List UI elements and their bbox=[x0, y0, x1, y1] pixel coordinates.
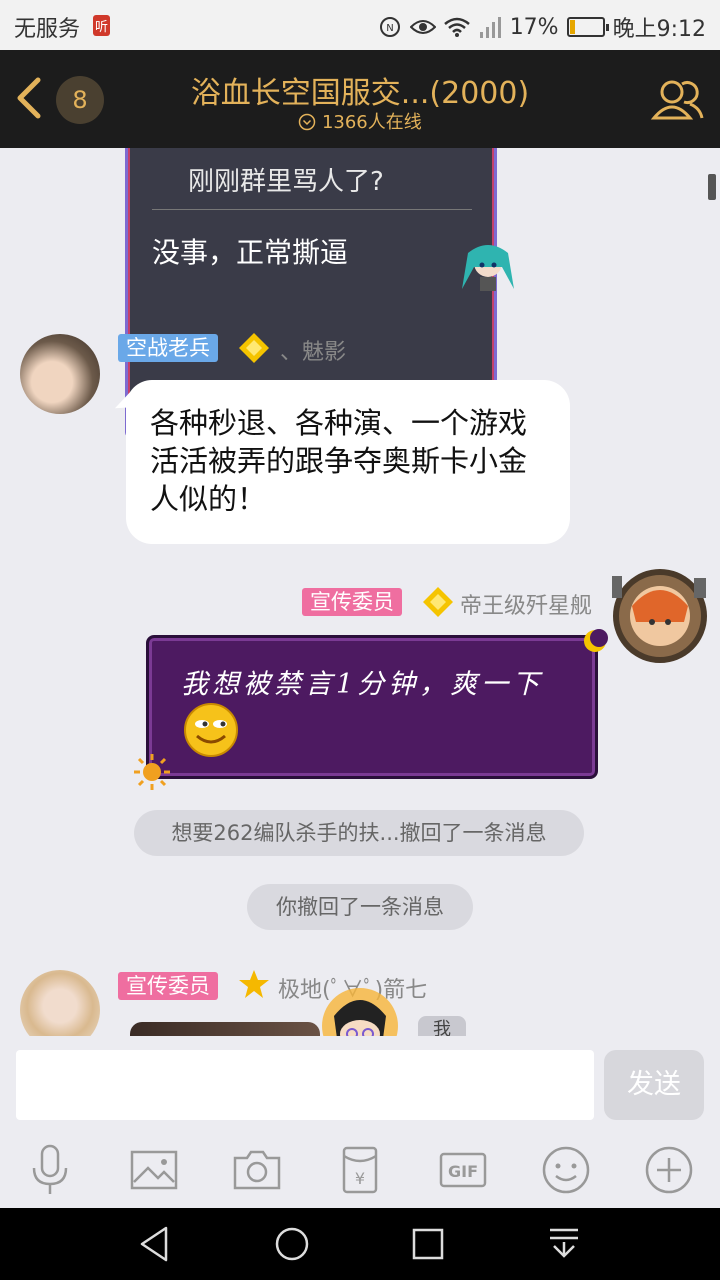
svg-text:N: N bbox=[386, 23, 393, 34]
status-bar: 无服务 听 N 17% 晚上9:12 bbox=[0, 0, 720, 50]
status-right: N 17% 晚上9:12 bbox=[378, 11, 706, 43]
chevron-down-circle-icon bbox=[298, 113, 316, 131]
message-text: 我想被禁言1分钟，爽一下 bbox=[181, 669, 544, 700]
sender-nickname[interactable]: 帝王级歼星舰 bbox=[460, 588, 592, 620]
avatar[interactable] bbox=[610, 566, 710, 666]
chat-header: 8 浴血长空国服交...(2000) 1366人在线 bbox=[0, 50, 720, 148]
gif-icon[interactable]: GIF bbox=[435, 1142, 491, 1198]
system-notice: 你撤回了一条消息 bbox=[247, 884, 473, 930]
member-title-tag: 空战老兵 bbox=[118, 334, 218, 362]
miku-sticker-icon bbox=[462, 245, 514, 291]
composer-toolbar: ¥ GIF bbox=[0, 1136, 720, 1208]
image-message[interactable] bbox=[130, 1022, 320, 1036]
message-composer: 发送 bbox=[0, 1036, 720, 1136]
scrollbar[interactable] bbox=[708, 174, 716, 200]
group-title[interactable]: 浴血长空国服交...(2000) bbox=[150, 68, 570, 112]
diamond-badge-icon bbox=[239, 333, 269, 363]
carrier-label: 无服务 bbox=[14, 17, 81, 42]
eye-icon bbox=[409, 20, 436, 34]
message-input[interactable] bbox=[16, 1050, 594, 1120]
nfc-icon: N bbox=[379, 17, 400, 37]
sender-nickname[interactable]: 、魅影 bbox=[280, 334, 346, 366]
moon-decoration-icon bbox=[584, 629, 608, 652]
signal-icon bbox=[479, 17, 501, 38]
notification-pulldown-icon[interactable] bbox=[542, 1222, 586, 1266]
camera-icon[interactable] bbox=[229, 1142, 285, 1198]
red-packet-icon[interactable]: ¥ bbox=[332, 1142, 388, 1198]
avatar[interactable] bbox=[20, 334, 100, 414]
gif-label: GIF bbox=[448, 1162, 478, 1181]
emoji-icon[interactable] bbox=[538, 1142, 594, 1198]
smiley-emoji-icon bbox=[184, 703, 238, 757]
unread-count-badge[interactable]: 8 bbox=[56, 76, 104, 124]
member-title-tag: 宣传委员 bbox=[302, 588, 402, 616]
diamond-badge-icon bbox=[423, 587, 453, 617]
divider bbox=[152, 209, 472, 210]
star-badge-icon bbox=[239, 970, 269, 998]
listen-badge: 听 bbox=[93, 15, 111, 36]
message-text: 没事，正常撕逼 bbox=[152, 236, 349, 269]
avatar[interactable] bbox=[300, 986, 420, 1036]
back-arrow-icon[interactable] bbox=[10, 70, 50, 126]
member-title-tag: 宣传委员 bbox=[118, 972, 218, 1000]
microphone-icon[interactable] bbox=[22, 1142, 78, 1198]
message-bubble-purple[interactable]: 我想被禁言1分钟，爽一下 bbox=[146, 635, 598, 779]
send-button[interactable]: 发送 bbox=[604, 1050, 704, 1120]
wifi-icon bbox=[443, 17, 470, 37]
system-nav-bar bbox=[0, 1208, 720, 1280]
sun-decoration-icon bbox=[134, 754, 170, 790]
plus-icon[interactable] bbox=[641, 1142, 697, 1198]
quoted-text: 刚刚群里骂人了? bbox=[188, 167, 384, 197]
message-bubble[interactable]: 各种秒退、各种演、一个游戏活活被弄的跟争夺奥斯卡小金人似的！ bbox=[126, 380, 570, 544]
online-count-label: 1366人在线 bbox=[321, 112, 422, 133]
avatar[interactable] bbox=[20, 970, 100, 1036]
clock: 晚上9:12 bbox=[612, 17, 706, 42]
battery-icon bbox=[566, 17, 609, 37]
battery-percent: 17% bbox=[509, 14, 559, 40]
image-icon[interactable] bbox=[126, 1142, 182, 1198]
chat-message-list[interactable]: 刚刚群里骂人了? 没事，正常撕逼 空战老兵 、魅影 各种秒退、各种演、一个游戏活… bbox=[0, 148, 720, 1036]
recents-square-icon[interactable] bbox=[406, 1222, 450, 1266]
system-notice: 想要262编队杀手的扶...撤回了一条消息 bbox=[134, 810, 584, 856]
home-circle-icon[interactable] bbox=[270, 1222, 314, 1266]
back-triangle-icon[interactable] bbox=[134, 1222, 178, 1266]
group-members-icon[interactable] bbox=[650, 72, 706, 128]
online-count[interactable]: 1366人在线 bbox=[150, 108, 570, 134]
me-label: 我 bbox=[418, 1016, 466, 1036]
yen-label: ¥ bbox=[355, 1169, 365, 1188]
